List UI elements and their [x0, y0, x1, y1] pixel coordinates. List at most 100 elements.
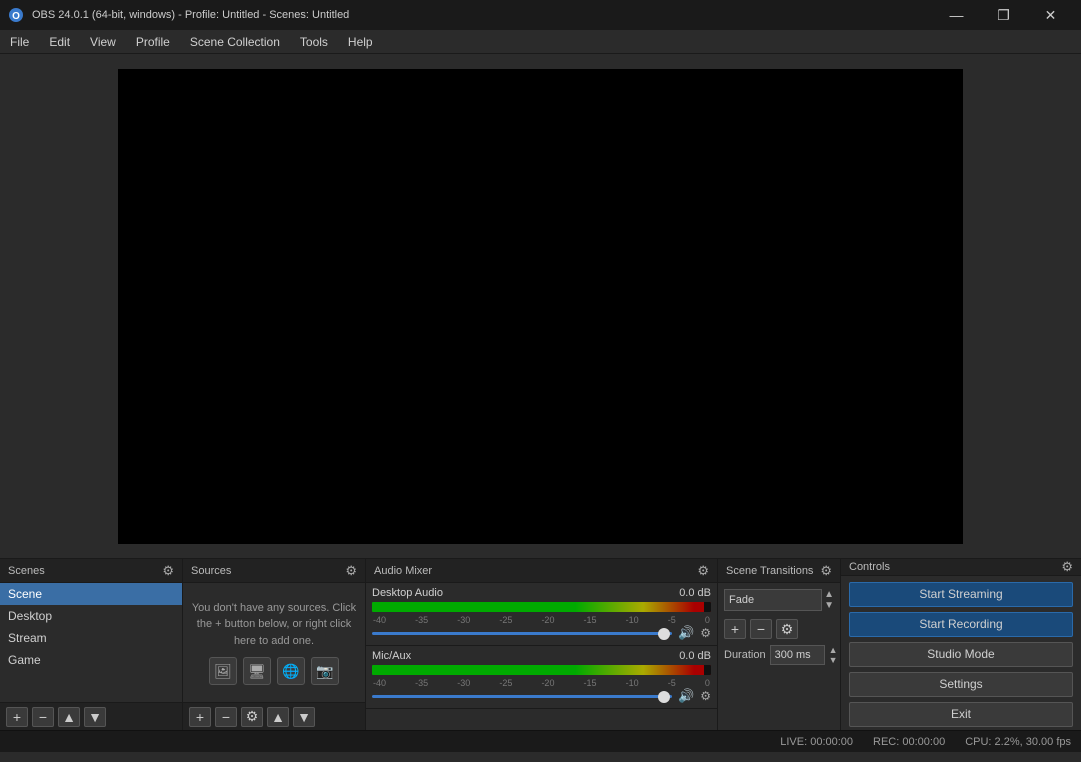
mic-aux-slider[interactable]	[372, 695, 672, 698]
start-streaming-button[interactable]: Start Streaming	[849, 582, 1073, 607]
sources-panel-header: Sources ⚙	[183, 559, 365, 583]
desktop-audio-bar	[372, 602, 711, 612]
live-label: LIVE:	[780, 736, 807, 748]
sources-empty-text: You don't have any sources. Click the + …	[187, 600, 361, 650]
window-controls: — ❐ ✕	[934, 0, 1073, 30]
desktop-audio-db: 0.0 dB	[679, 587, 711, 599]
sources-empty-message[interactable]: You don't have any sources. Click the + …	[183, 583, 365, 702]
mic-aux-level	[704, 665, 711, 675]
titlebar-left: O OBS 24.0.1 (64-bit, windows) - Profile…	[8, 7, 349, 23]
duration-arrow-icon[interactable]: ▲ ▼	[829, 645, 838, 665]
scene-item-desktop[interactable]: Desktop	[0, 605, 182, 627]
cpu-label: CPU:	[965, 736, 991, 748]
add-transition-button[interactable]: +	[724, 619, 746, 639]
duration-input[interactable]	[770, 645, 825, 665]
settings-button[interactable]: Settings	[849, 672, 1073, 697]
menu-help[interactable]: Help	[338, 32, 383, 52]
scenes-toolbar: + − ▲ ▼	[0, 702, 182, 730]
bottom-panels: Scenes ⚙ Scene Desktop Stream Game + − ▲…	[0, 558, 1081, 730]
transitions-label: Scene Transitions	[726, 565, 813, 577]
scene-item-stream[interactable]: Stream	[0, 627, 182, 649]
mic-aux-track: Mic/Aux 0.0 dB -40 -35 -30 -25 -20 -15 -…	[366, 646, 717, 709]
duration-label: Duration	[724, 649, 766, 661]
menu-edit[interactable]: Edit	[39, 32, 80, 52]
controls-config-icon[interactable]: ⚙	[1061, 559, 1073, 575]
mic-aux-name: Mic/Aux	[372, 650, 411, 662]
add-source-button[interactable]: +	[189, 707, 211, 727]
minimize-button[interactable]: —	[934, 0, 979, 30]
source-icon-image: 🖼	[209, 657, 237, 685]
audio-mixer-header: Audio Mixer ⚙	[366, 559, 717, 583]
rec-time: 00:00:00	[902, 736, 945, 748]
desktop-audio-mute-icon[interactable]: 🔊	[678, 625, 694, 641]
exit-button[interactable]: Exit	[849, 702, 1073, 727]
desktop-audio-scale: -40 -35 -30 -25 -20 -15 -10 -5 0	[372, 615, 711, 625]
desktop-audio-level	[704, 602, 711, 612]
scene-item-game[interactable]: Game	[0, 649, 182, 671]
mic-aux-bar	[372, 665, 711, 675]
cpu-status: CPU: 2.2%, 30.00 fps	[965, 736, 1071, 748]
mic-aux-mute-icon[interactable]: 🔊	[678, 688, 694, 704]
menu-file[interactable]: File	[0, 32, 39, 52]
close-button[interactable]: ✕	[1028, 0, 1073, 30]
scenes-panel: Scenes ⚙ Scene Desktop Stream Game + − ▲…	[0, 559, 183, 730]
audio-mixer-label: Audio Mixer	[374, 565, 432, 577]
transition-settings-button[interactable]: ⚙	[776, 619, 798, 639]
desktop-audio-meter	[372, 602, 711, 612]
move-source-up-button[interactable]: ▲	[267, 707, 289, 727]
move-scene-down-button[interactable]: ▼	[84, 707, 106, 727]
transitions-config-icon[interactable]: ⚙	[820, 563, 832, 579]
remove-source-button[interactable]: −	[215, 707, 237, 727]
desktop-audio-slider[interactable]	[372, 632, 672, 635]
maximize-button[interactable]: ❐	[981, 0, 1026, 30]
preview-area	[0, 54, 1081, 558]
menu-view[interactable]: View	[80, 32, 126, 52]
audio-mixer-panel: Audio Mixer ⚙ Desktop Audio 0.0 dB -40 -…	[366, 559, 718, 730]
source-icon-camera: 📷	[311, 657, 339, 685]
transition-select-row: Fade Cut Swipe Slide ▲ ▼	[718, 583, 840, 617]
desktop-audio-thumb[interactable]	[658, 628, 670, 640]
controls-panel-header: Controls ⚙	[841, 559, 1081, 576]
menubar: File Edit View Profile Scene Collection …	[0, 30, 1081, 54]
menu-scene-collection[interactable]: Scene Collection	[180, 32, 290, 52]
sources-label: Sources	[191, 565, 231, 577]
desktop-audio-gear-icon[interactable]: ⚙	[700, 626, 711, 640]
audio-mixer-config-icon[interactable]: ⚙	[697, 563, 709, 579]
menu-profile[interactable]: Profile	[126, 32, 180, 52]
transition-arrow-icon[interactable]: ▲ ▼	[824, 589, 834, 611]
menu-tools[interactable]: Tools	[290, 32, 338, 52]
move-source-down-button[interactable]: ▼	[293, 707, 315, 727]
mic-aux-scale: -40 -35 -30 -25 -20 -15 -10 -5 0	[372, 678, 711, 688]
desktop-audio-header: Desktop Audio 0.0 dB	[372, 587, 711, 599]
app-icon: O	[8, 7, 24, 23]
live-status: LIVE: 00:00:00	[780, 736, 853, 748]
svg-text:O: O	[12, 11, 20, 22]
live-time: 00:00:00	[810, 736, 853, 748]
scene-item-scene[interactable]: Scene	[0, 583, 182, 605]
preview-canvas	[118, 69, 963, 544]
controls-buttons: Start Streaming Start Recording Studio M…	[841, 576, 1081, 733]
desktop-audio-name: Desktop Audio	[372, 587, 443, 599]
remove-transition-button[interactable]: −	[750, 619, 772, 639]
scenes-panel-header: Scenes ⚙	[0, 559, 182, 583]
mic-aux-header: Mic/Aux 0.0 dB	[372, 650, 711, 662]
remove-scene-button[interactable]: −	[32, 707, 54, 727]
rec-label: REC:	[873, 736, 899, 748]
start-recording-button[interactable]: Start Recording	[849, 612, 1073, 637]
controls-panel: Controls ⚙ Start Streaming Start Recordi…	[841, 559, 1081, 730]
move-scene-up-button[interactable]: ▲	[58, 707, 80, 727]
mic-aux-meter	[372, 665, 711, 675]
scenes-config-icon[interactable]: ⚙	[162, 563, 174, 579]
studio-mode-button[interactable]: Studio Mode	[849, 642, 1073, 667]
mic-aux-thumb[interactable]	[658, 691, 670, 703]
duration-row: Duration ▲ ▼	[718, 641, 840, 669]
scene-transitions-panel: Scene Transitions ⚙ Fade Cut Swipe Slide…	[718, 559, 841, 730]
add-scene-button[interactable]: +	[6, 707, 28, 727]
source-settings-button[interactable]: ⚙	[241, 707, 263, 727]
scenes-label: Scenes	[8, 565, 45, 577]
mic-aux-gear-icon[interactable]: ⚙	[700, 689, 711, 703]
sources-config-icon[interactable]: ⚙	[345, 563, 357, 579]
transition-select[interactable]: Fade Cut Swipe Slide	[724, 589, 822, 611]
statusbar: LIVE: 00:00:00 REC: 00:00:00 CPU: 2.2%, …	[0, 730, 1081, 752]
scene-list: Scene Desktop Stream Game	[0, 583, 182, 702]
